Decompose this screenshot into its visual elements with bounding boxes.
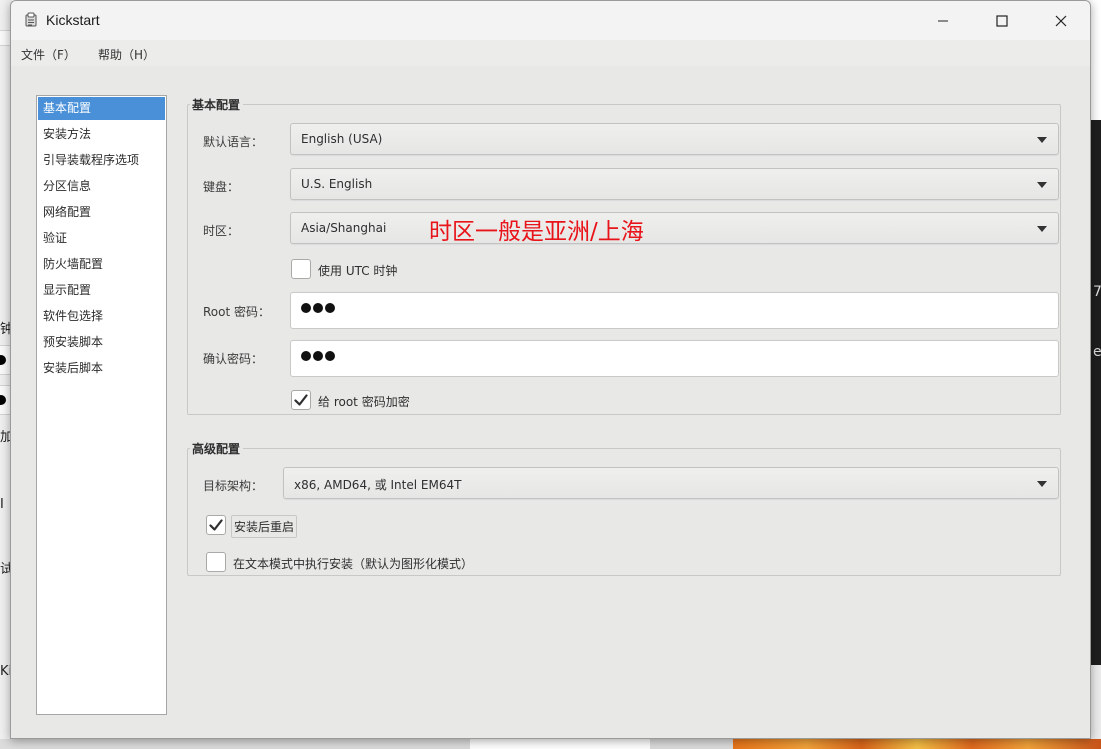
checkmark-icon	[209, 519, 223, 531]
sidebar-item-partition-info[interactable]: 分区信息	[38, 175, 165, 198]
sidebar-item-postinstall-script[interactable]: 安装后脚本	[38, 357, 165, 380]
sidebar-item-install-method[interactable]: 安装方法	[38, 123, 165, 146]
reboot-after-install-label: 安装后重启	[231, 515, 298, 538]
sidebar-item-package-selection[interactable]: 软件包选择	[38, 305, 165, 328]
checkmark-icon	[294, 394, 308, 406]
config-sidebar: 基本配置 安装方法 引导装载程序选项 分区信息 网络配置 验证 防火墙配置 显示…	[36, 95, 167, 715]
window-title: Kickstart	[46, 12, 100, 28]
minimize-icon	[938, 20, 948, 21]
text-mode-install-checkbox[interactable]	[206, 552, 226, 572]
password-mask	[301, 303, 335, 313]
reboot-after-install-checkbox[interactable]	[206, 515, 226, 535]
target-arch-dropdown[interactable]: x86, AMD64, 或 Intel EM64T	[283, 467, 1059, 499]
keyboard-label: 键盘：	[203, 180, 240, 194]
text-mode-install-label: 在文本模式中执行安装（默认为图形化模式）	[233, 557, 474, 571]
root-password-input[interactable]	[290, 292, 1059, 329]
language-value: English (USA)	[301, 132, 383, 146]
encrypt-root-password-checkbox[interactable]	[291, 390, 311, 410]
maximize-icon	[996, 14, 1008, 27]
background-image	[733, 739, 1101, 749]
keyboard-dropdown[interactable]: U.S. English	[290, 168, 1059, 200]
kickstart-app-icon	[25, 12, 37, 27]
language-dropdown[interactable]: English (USA)	[290, 123, 1059, 155]
advanced-config-title: 高级配置	[190, 440, 244, 457]
timezone-annotation: 时区一般是亚洲/上海	[429, 219, 644, 245]
chevron-down-icon	[1037, 137, 1047, 143]
background-terminal-right: 7 e	[1091, 120, 1101, 665]
sidebar-item-basic-config[interactable]: 基本配置	[38, 97, 165, 120]
close-icon	[1055, 15, 1067, 26]
sidebar-item-network-config[interactable]: 网络配置	[38, 201, 165, 224]
encrypt-root-password-label: 给 root 密码加密	[318, 395, 410, 409]
background-panel	[1091, 665, 1101, 739]
password-mask	[301, 351, 335, 361]
sidebar-item-display-config[interactable]: 显示配置	[38, 279, 165, 302]
minimize-button[interactable]	[914, 1, 972, 40]
timezone-value: Asia/Shanghai	[301, 221, 387, 235]
maximize-button[interactable]	[973, 1, 1031, 40]
timezone-dropdown[interactable]: Asia/Shanghai	[290, 212, 1059, 244]
confirm-password-label: 确认密码：	[203, 352, 264, 366]
root-password-label: Root 密码：	[203, 305, 271, 319]
sidebar-item-bootloader-options[interactable]: 引导装载程序选项	[38, 149, 165, 172]
utc-clock-checkbox[interactable]	[291, 259, 311, 279]
menu-help[interactable]: 帮助（H）	[98, 46, 155, 63]
chevron-down-icon	[1037, 481, 1047, 487]
keyboard-value: U.S. English	[301, 177, 373, 191]
menu-file[interactable]: 文件（F）	[21, 46, 76, 63]
sidebar-item-authentication[interactable]: 验证	[38, 227, 165, 250]
confirm-password-input[interactable]	[290, 340, 1059, 377]
background-text: e	[1093, 344, 1101, 360]
basic-config-title: 基本配置	[190, 96, 244, 113]
background-panel	[470, 739, 650, 749]
menu-bar: 文件（F） 帮助（H）	[11, 40, 1090, 66]
close-button[interactable]	[1032, 1, 1090, 40]
chevron-down-icon	[1037, 182, 1047, 188]
timezone-label: 时区：	[203, 224, 240, 238]
background-text: I	[0, 497, 4, 512]
background-text: 7	[1093, 284, 1101, 300]
target-arch-value: x86, AMD64, 或 Intel EM64T	[294, 478, 462, 492]
title-bar[interactable]: Kickstart	[11, 1, 1090, 40]
target-arch-label: 目标架构：	[203, 479, 264, 493]
utc-clock-label: 使用 UTC 时钟	[318, 264, 398, 278]
language-label: 默认语言：	[203, 135, 264, 149]
sidebar-item-preinstall-script[interactable]: 预安装脚本	[38, 331, 165, 354]
chevron-down-icon	[1037, 226, 1047, 232]
kickstart-window: Kickstart 文件（F） 帮助（H） 基本配置 安装方法 引导装载程序选项…	[10, 0, 1091, 739]
sidebar-item-firewall-config[interactable]: 防火墙配置	[38, 253, 165, 276]
